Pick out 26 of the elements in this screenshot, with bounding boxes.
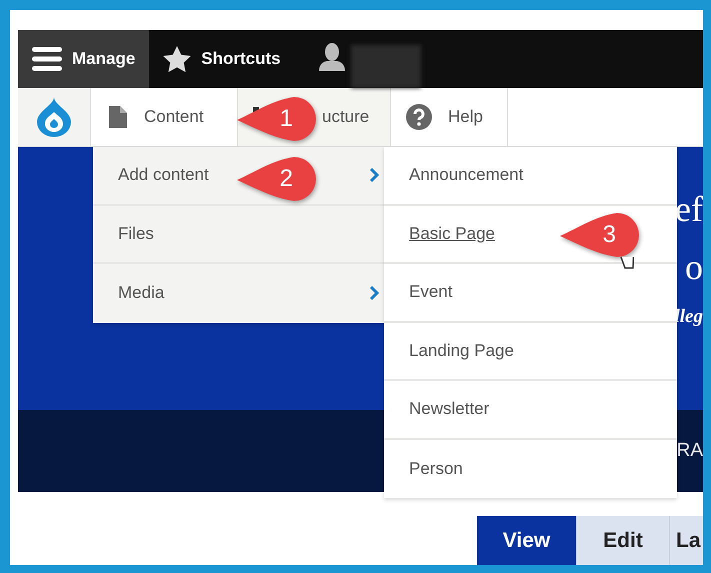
band-text: RA	[676, 440, 703, 462]
hero-text: o	[685, 249, 703, 285]
chevron-icon	[369, 168, 379, 182]
drupal-logo[interactable]	[37, 97, 71, 137]
admin-tab[interactable]: Help	[391, 88, 508, 146]
user-icon	[318, 43, 345, 71]
hero-text: ef	[675, 191, 703, 227]
blurred-username	[350, 45, 421, 88]
page-tab[interactable]: La	[670, 516, 703, 565]
toolbar-tab[interactable]: Manage	[18, 30, 150, 88]
menu-item[interactable]: Person	[384, 440, 677, 498]
menu-item[interactable]: Announcement	[384, 147, 677, 206]
menu-item[interactable]: Landing Page	[384, 322, 677, 381]
step-number: 3	[602, 221, 616, 249]
chevron-icon	[369, 286, 379, 300]
menu-item[interactable]: Newsletter	[384, 381, 677, 440]
step-number: 2	[280, 165, 293, 193]
page-tab[interactable]: Edit	[577, 516, 670, 565]
menu-icon	[32, 46, 62, 72]
step-number: 1	[280, 105, 293, 133]
help-icon	[406, 104, 432, 130]
document-icon	[109, 106, 127, 128]
menu-item[interactable]: Media	[93, 264, 385, 322]
page-tab[interactable]: View	[477, 516, 577, 565]
star-icon	[163, 46, 192, 72]
toolbar-tab[interactable]: Shortcuts	[149, 30, 295, 88]
